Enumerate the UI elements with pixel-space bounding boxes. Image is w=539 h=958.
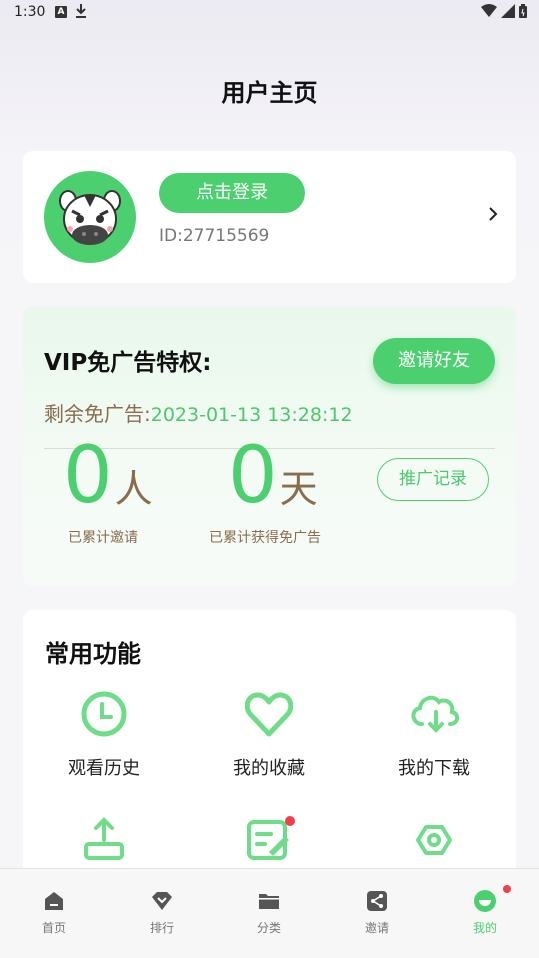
remain-label: 剩余免广告: (44, 402, 151, 426)
status-right-icons (481, 4, 527, 18)
edit-icon (239, 810, 299, 870)
tab-mine[interactable]: 我的 (445, 885, 525, 936)
bottom-tab-bar: 首页 排行 分类 邀请 我的 (0, 868, 539, 958)
function-watch-history[interactable]: 观看历史 (44, 684, 164, 780)
zebra-avatar-icon (59, 190, 121, 245)
tab-label: 我的 (472, 921, 497, 935)
login-button[interactable]: 点击登录 (159, 173, 305, 213)
folder-icon (257, 889, 281, 913)
clock-icon (74, 684, 134, 744)
tab-label: 首页 (41, 921, 66, 935)
days-label: 已累计获得免广告 (209, 530, 321, 546)
function-label: 我的下载 (398, 758, 470, 779)
avatar[interactable] (44, 171, 136, 263)
user-id: ID:27715569 (159, 226, 270, 246)
invited-label: 已累计邀请 (68, 530, 138, 546)
tab-label: 排行 (149, 921, 174, 935)
profile-card[interactable]: 点击登录 ID:27715569 (23, 151, 516, 283)
vip-card: VIP免广告特权: 邀请好友 剩余免广告:2023-01-13 13:28:12… (23, 307, 516, 586)
download-status-icon (75, 3, 87, 23)
tab-label: 邀请 (364, 921, 389, 935)
remain-row: 剩余免广告:2023-01-13 13:28:12 (44, 398, 353, 427)
functions-card: 常用功能 观看历史 我的收藏 我的下载 (23, 610, 516, 910)
settings-hexagon-icon (404, 810, 464, 870)
ranking-icon (150, 889, 174, 913)
page-title: 用户主页 (221, 79, 318, 107)
tab-home[interactable]: 首页 (14, 889, 94, 936)
status-time: 1:30 (14, 4, 46, 20)
function-label: 我的收藏 (233, 758, 305, 779)
functions-title: 常用功能 (45, 640, 141, 668)
share-icon (365, 889, 389, 913)
signal-icon (501, 4, 515, 18)
tab-invite[interactable]: 邀请 (337, 889, 417, 936)
invited-count: 0 (63, 431, 113, 521)
function-favorites[interactable]: 我的收藏 (209, 684, 329, 780)
invite-friends-button[interactable]: 邀请好友 (373, 338, 495, 384)
tab-ranking[interactable]: 排行 (122, 889, 202, 936)
cloud-download-icon (404, 684, 464, 744)
chevron-right-icon[interactable] (488, 206, 498, 226)
battery-icon (519, 4, 527, 18)
upload-icon (74, 810, 134, 870)
invited-unit: 人 (114, 467, 153, 511)
mine-badge-dot (503, 885, 511, 893)
profile-icon (473, 885, 511, 913)
days-stat: 0天 (228, 431, 318, 521)
wifi-icon (481, 4, 497, 17)
days-unit: 天 (279, 467, 318, 511)
function-downloads[interactable]: 我的下载 (374, 684, 494, 780)
edit-badge-dot (285, 816, 295, 826)
function-label: 观看历史 (68, 758, 140, 779)
tab-label: 分类 (256, 921, 281, 935)
days-count: 0 (228, 431, 278, 521)
home-icon (42, 889, 66, 913)
heart-icon (239, 684, 299, 744)
vip-title: VIP免广告特权: (44, 350, 212, 376)
invited-stat: 0人 (63, 431, 153, 521)
tab-category[interactable]: 分类 (229, 889, 309, 936)
notification-a-icon: A (55, 6, 67, 18)
status-bar: 1:30 A (0, 0, 539, 26)
promo-record-button[interactable]: 推广记录 (377, 458, 489, 501)
remain-date: 2023-01-13 13:28:12 (150, 404, 353, 426)
